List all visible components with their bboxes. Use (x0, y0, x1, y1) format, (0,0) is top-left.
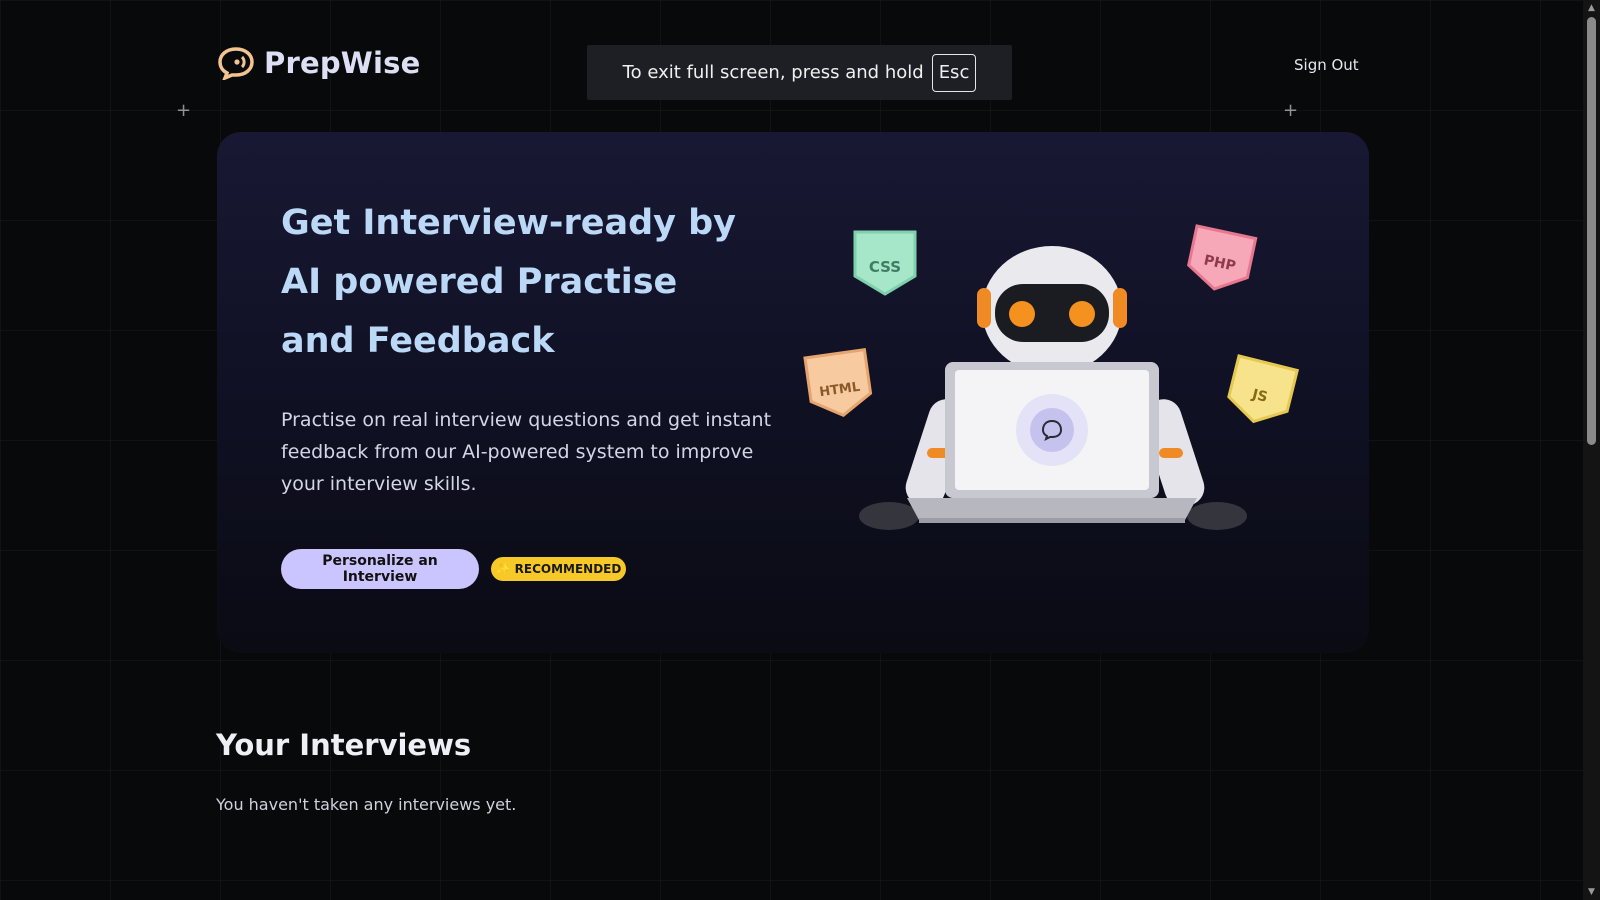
scrollbar-thumb[interactable] (1587, 17, 1596, 445)
robot-laptop-illustration: CSS PHP HTML JS (803, 224, 1300, 530)
escape-key-label: Esc (931, 53, 977, 92)
page-scrollbar[interactable]: ▲ ▼ (1583, 0, 1600, 900)
hero-title: Get Interview-ready by AI powered Practi… (281, 203, 736, 361)
php-tag-icon: PHP (1187, 224, 1258, 291)
brand-name: PrepWise (264, 46, 421, 80)
robot-head (977, 246, 1127, 374)
recommended-label: RECOMMENDED (514, 562, 622, 576)
hero-description: Practise on real interview questions and… (281, 409, 772, 495)
laptop (907, 362, 1197, 523)
your-interviews-title: Your Interviews (216, 728, 472, 762)
sparkle-icon: + (176, 100, 192, 121)
sparkle-icon: + (1283, 100, 1299, 121)
hero-card: Get Interview-ready by AI powered Practi… (217, 132, 1369, 653)
recommended-badge: ✨ RECOMMENDED (491, 557, 626, 581)
sign-out-button[interactable]: Sign Out (1294, 56, 1359, 74)
empty-interviews-message: You haven't taken any interviews yet. (216, 795, 517, 814)
scroll-down-arrow-icon[interactable]: ▼ (1583, 884, 1600, 900)
brand-logo[interactable]: PrepWise (216, 46, 420, 80)
css-tag-label: CSS (869, 258, 901, 276)
fullscreen-notice: To exit full screen, press and hold Esc (587, 45, 1012, 100)
chat-logo-icon (218, 47, 254, 80)
css-tag-icon: CSS (853, 230, 917, 296)
html-tag-icon: HTML (803, 347, 873, 417)
scroll-up-arrow-icon[interactable]: ▲ (1583, 0, 1600, 16)
page: + + PrepWise To exit full screen, press … (0, 0, 1583, 900)
sparkle-icon: ✨ (495, 562, 511, 576)
js-tag-icon: JS (1227, 354, 1300, 424)
fullscreen-notice-text: To exit full screen, press and hold (622, 62, 924, 83)
personalize-interview-button[interactable]: Personalize an Interview (281, 549, 479, 589)
